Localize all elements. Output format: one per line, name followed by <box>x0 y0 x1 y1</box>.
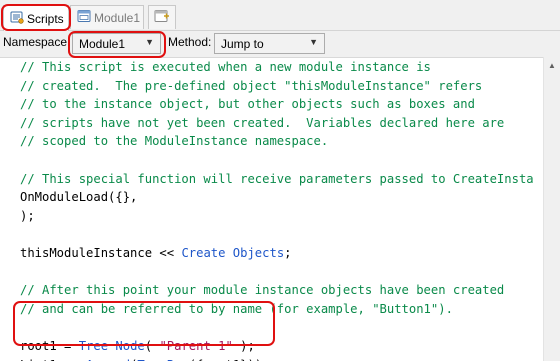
code-line: List1 << Append(TreeBox({root1})); <box>20 356 534 361</box>
code-token-comment: // This special function will receive pa… <box>20 171 534 186</box>
scroll-up-icon[interactable]: ▲ <box>548 61 556 70</box>
script-editor[interactable]: // This script is executed when a new mo… <box>0 57 560 361</box>
toolbar: Namespace: Module1 ▼ Method: Jump to ▼ <box>0 31 560 57</box>
code-line: // scripts have not yet been created. Va… <box>20 114 534 133</box>
code-token-comment: // created. The pre-defined object "this… <box>20 78 483 93</box>
chevron-down-icon: ▼ <box>309 37 318 47</box>
code-area[interactable]: // This script is executed when a new mo… <box>20 58 534 361</box>
tab-module1-label: Module1 <box>94 10 141 25</box>
code-token-plain: ; <box>284 245 292 260</box>
code-token-comment: // scoped to the ModuleInstance namespac… <box>20 134 329 149</box>
code-token-plain: thisModuleInstance << <box>20 245 182 260</box>
code-line: OnModuleLoad({}, <box>20 188 534 207</box>
vertical-scrollbar[interactable]: ▲ <box>543 57 560 361</box>
code-token-plain: root1 = <box>20 338 79 353</box>
code-line: // This special function will receive pa… <box>20 170 534 189</box>
module-icon <box>77 9 91 26</box>
method-value: Jump to <box>221 36 264 51</box>
code-line: // created. The pre-defined object "this… <box>20 77 534 96</box>
script-icon <box>10 10 24 27</box>
chevron-down-icon: ▼ <box>145 37 154 47</box>
code-token-string: "Parent 1" <box>159 338 233 353</box>
code-token-plain: ); <box>232 338 255 353</box>
code-token-plain: OnModuleLoad({}, <box>20 190 138 205</box>
code-line: root1 = Tree Node( "Parent 1" ); <box>20 337 534 356</box>
code-token-comment: // scripts have not yet been created. Va… <box>20 115 505 130</box>
code-line: thisModuleInstance << Create Objects; <box>20 244 534 263</box>
code-token-comment: // and can be referred to by name (for e… <box>20 301 453 316</box>
add-tab-button[interactable] <box>148 5 176 29</box>
add-tab-icon <box>154 9 170 26</box>
code-token-func: Append <box>86 358 130 361</box>
code-token-comment: // After this point your module instance… <box>20 283 505 298</box>
tab-scripts[interactable]: Scripts <box>3 5 69 31</box>
tab-module1[interactable]: Module1 <box>70 5 144 29</box>
code-token-func: Tree Node <box>78 338 145 353</box>
code-token-plain: List1 << <box>20 358 86 361</box>
code-token-comment: // to the instance object, but other obj… <box>20 97 475 112</box>
code-token-plain: ( <box>144 338 160 353</box>
code-line: // to the instance object, but other obj… <box>20 95 534 114</box>
code-line: // scoped to the ModuleInstance namespac… <box>20 132 534 151</box>
code-line: // and can be referred to by name (for e… <box>20 300 534 319</box>
namespace-select[interactable]: Module1 ▼ <box>72 33 161 54</box>
code-token-func: Create Objects <box>181 245 285 260</box>
code-line: ); <box>20 207 534 226</box>
code-token-plain: ({root1})); <box>189 358 270 361</box>
namespace-value: Module1 <box>79 36 126 51</box>
tab-bar: Scripts Module1 <box>0 0 560 31</box>
code-line: // This script is executed when a new mo… <box>20 58 534 77</box>
code-line: // After this point your module instance… <box>20 281 534 300</box>
code-token-plain: ); <box>20 208 35 223</box>
namespace-label: Namespace: <box>3 35 71 49</box>
method-label: Method: <box>168 35 212 49</box>
code-token-comment: // This script is executed when a new mo… <box>20 60 431 74</box>
method-select[interactable]: Jump to ▼ <box>214 33 325 54</box>
code-token-func: TreeBox <box>137 358 188 361</box>
tab-scripts-label: Scripts <box>27 11 64 26</box>
